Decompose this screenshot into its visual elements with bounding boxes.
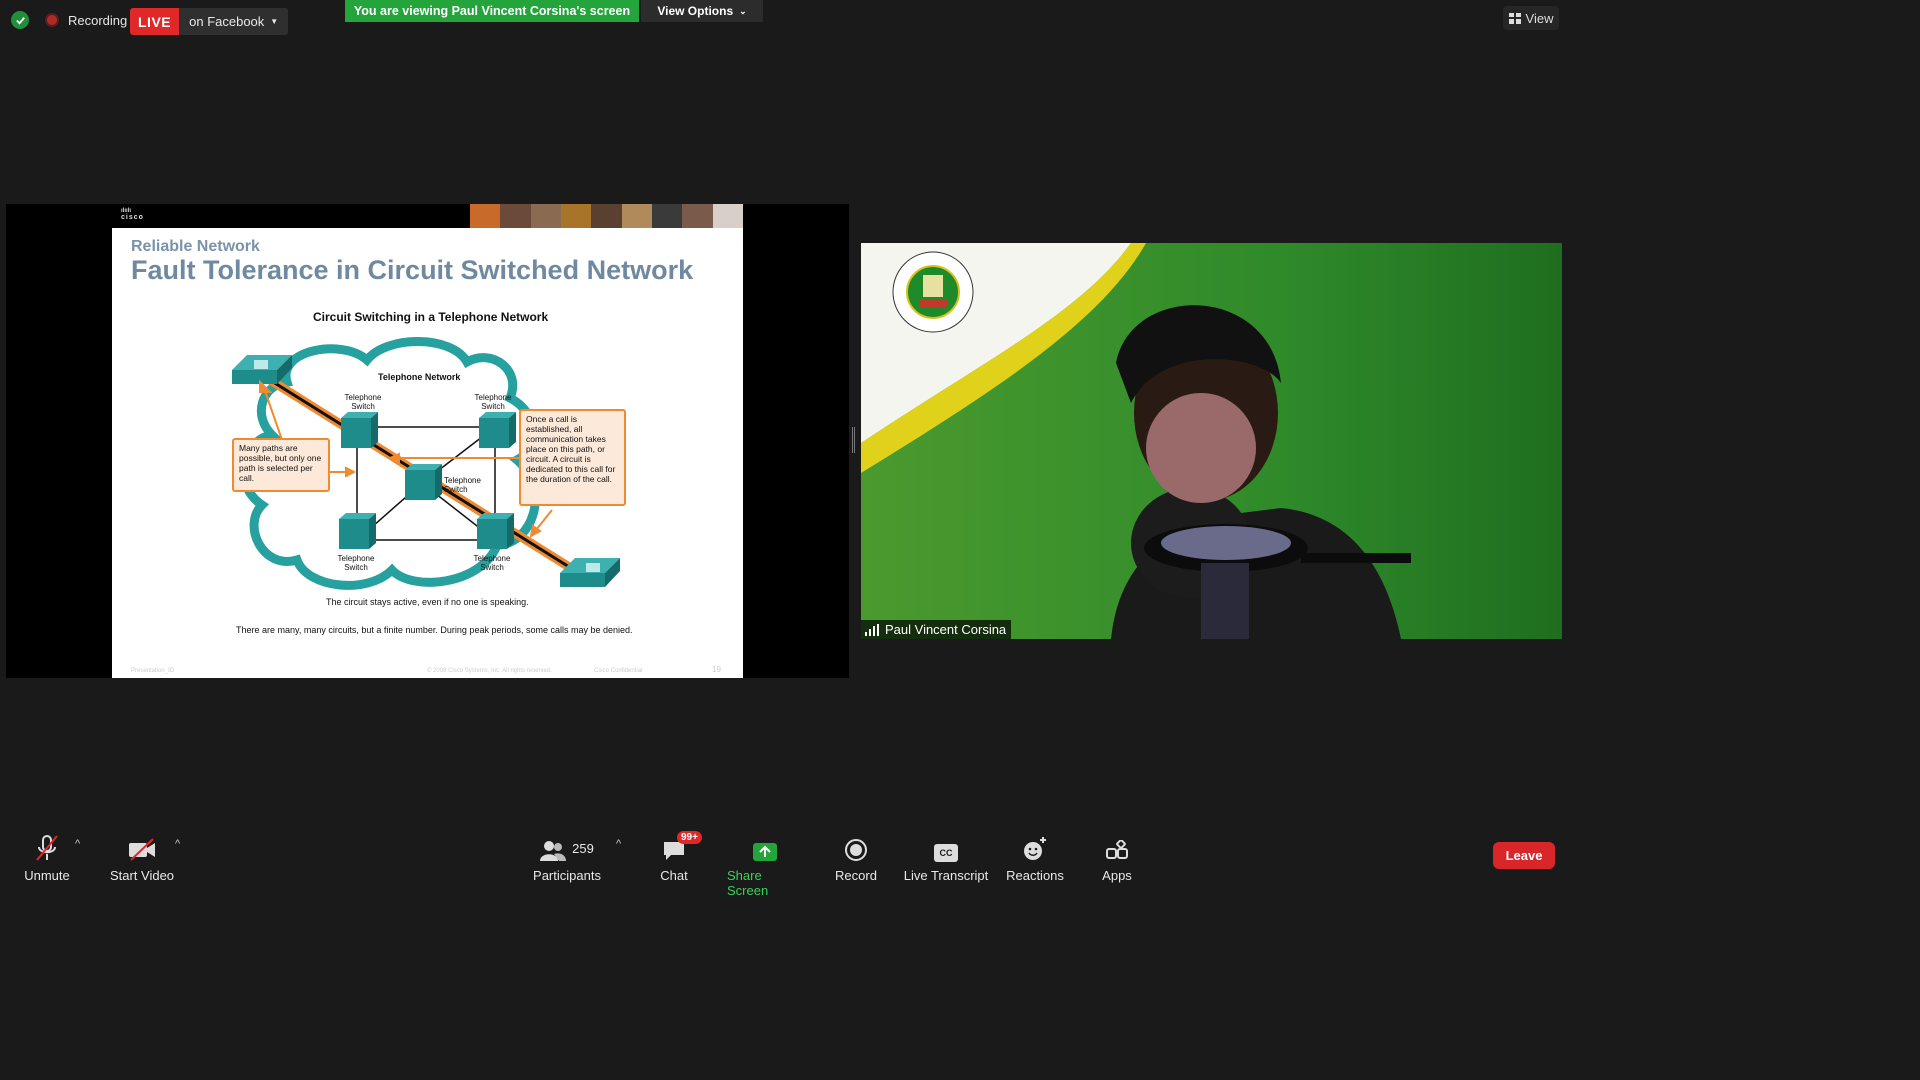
live-target-dropdown[interactable]: on Facebook ▼ — [179, 8, 289, 35]
switch-icon — [405, 464, 442, 500]
record-button[interactable]: Record — [834, 832, 878, 883]
apps-icon — [1106, 832, 1128, 862]
chat-unread-badge: 99+ — [677, 831, 702, 844]
unmute-button[interactable]: Unmute — [22, 832, 72, 883]
slide-footer-copyright: © 2008 Cisco Systems, Inc. All rights re… — [427, 668, 552, 674]
record-icon — [844, 832, 868, 862]
participant-name: Paul Vincent Corsina — [885, 622, 1007, 637]
network-label: Telephone Network — [378, 372, 461, 382]
cisco-logo-text: cisco — [121, 214, 144, 221]
switch-label-bottom-left: Telephone Switch — [337, 554, 375, 572]
participants-label: Participants — [533, 868, 601, 883]
left-annotation-note: Many paths are possible, but only one pa… — [232, 438, 330, 492]
live-transcript-button[interactable]: CC Live Transcript — [903, 832, 989, 883]
view-options-label: View Options — [657, 4, 734, 18]
view-options-button[interactable]: View Options ⌄ — [641, 0, 763, 22]
slide-footer-confidential: Cisco Confidential — [594, 668, 643, 674]
slide-caption-finite: There are many, many circuits, but a fin… — [236, 625, 633, 635]
participants-options-caret-icon[interactable]: ^ — [616, 838, 621, 850]
unmute-label: Unmute — [24, 868, 70, 883]
cisco-logo: ılıılı cisco — [121, 208, 144, 221]
diagram-title: Circuit Switching in a Telephone Network — [313, 310, 549, 324]
participants-count: 259 — [572, 841, 594, 856]
chat-label: Chat — [660, 868, 688, 883]
apps-label: Apps — [1102, 868, 1132, 883]
share-screen-icon — [752, 832, 778, 862]
signal-strength-icon — [865, 623, 879, 636]
slide-photo-strip — [470, 204, 743, 228]
live-badge: LIVE — [130, 8, 180, 35]
switch-icon — [477, 513, 514, 549]
college-logo — [885, 249, 981, 335]
switch-icon — [479, 412, 516, 448]
video-off-icon — [127, 832, 157, 862]
switch-icon — [341, 412, 378, 448]
live-stream-indicator[interactable]: LIVE on Facebook ▼ — [130, 8, 289, 35]
muted-mic-icon — [34, 832, 60, 862]
participants-icon-wrap: 259 — [540, 832, 594, 862]
security-shield-icon[interactable] — [11, 11, 29, 29]
chevron-down-icon: ⌄ — [739, 5, 747, 16]
record-label: Record — [835, 868, 877, 883]
circuit-switching-diagram — [232, 337, 620, 590]
leave-button[interactable]: Leave — [1493, 842, 1555, 869]
view-label: View — [1525, 10, 1554, 26]
slide-page-number: 19 — [712, 665, 721, 674]
slide-title: Fault Tolerance in Circuit Switched Netw… — [131, 255, 694, 285]
slide-caption-active: The circuit stays active, even if no one… — [326, 597, 529, 607]
closed-caption-icon: CC — [934, 832, 958, 862]
share-screen-label: Share Screen — [727, 868, 769, 898]
recording-icon — [45, 13, 59, 27]
share-screen-button[interactable]: Share Screen — [727, 832, 803, 898]
telephone-switches — [339, 412, 516, 549]
apps-button[interactable]: Apps — [1099, 832, 1135, 883]
view-button[interactable]: View — [1503, 6, 1559, 30]
slide-footer-left: Presentation_ID — [131, 668, 175, 674]
live-transcript-label: Live Transcript — [903, 868, 989, 883]
viewing-banner: You are viewing Paul Vincent Corsina's s… — [345, 0, 639, 22]
recording-label: Recording — [68, 13, 128, 28]
switch-icon — [339, 513, 376, 549]
caret-down-icon: ▼ — [270, 17, 279, 26]
slide-subtitle: Reliable Network — [131, 238, 260, 255]
switch-label-top-left: Telephone Switch — [344, 393, 382, 411]
start-video-label: Start Video — [109, 868, 175, 883]
live-target-label: on Facebook — [189, 14, 265, 29]
audio-options-caret-icon[interactable]: ^ — [75, 838, 80, 850]
participants-button[interactable]: 259 Participants — [533, 832, 601, 883]
reactions-label: Reactions — [1006, 868, 1064, 883]
switch-label-center: Telephone Switch — [444, 476, 481, 494]
reactions-icon — [1022, 832, 1048, 862]
participants-icon — [540, 841, 567, 861]
participant-video[interactable] — [861, 243, 1562, 639]
switch-label-bottom-right: Telephone Switch — [473, 554, 511, 572]
start-video-button[interactable]: Start Video — [108, 832, 176, 883]
grid-view-icon — [1508, 12, 1521, 24]
reactions-button[interactable]: Reactions — [1005, 832, 1065, 883]
right-annotation-note: Once a call is established, all communic… — [519, 409, 626, 506]
cc-box: CC — [934, 844, 958, 862]
splitter-handle[interactable] — [852, 427, 855, 453]
video-options-caret-icon[interactable]: ^ — [175, 838, 180, 850]
switch-label-top-right: Telephone Switch — [474, 393, 512, 411]
participant-name-bar: Paul Vincent Corsina — [861, 620, 1012, 639]
